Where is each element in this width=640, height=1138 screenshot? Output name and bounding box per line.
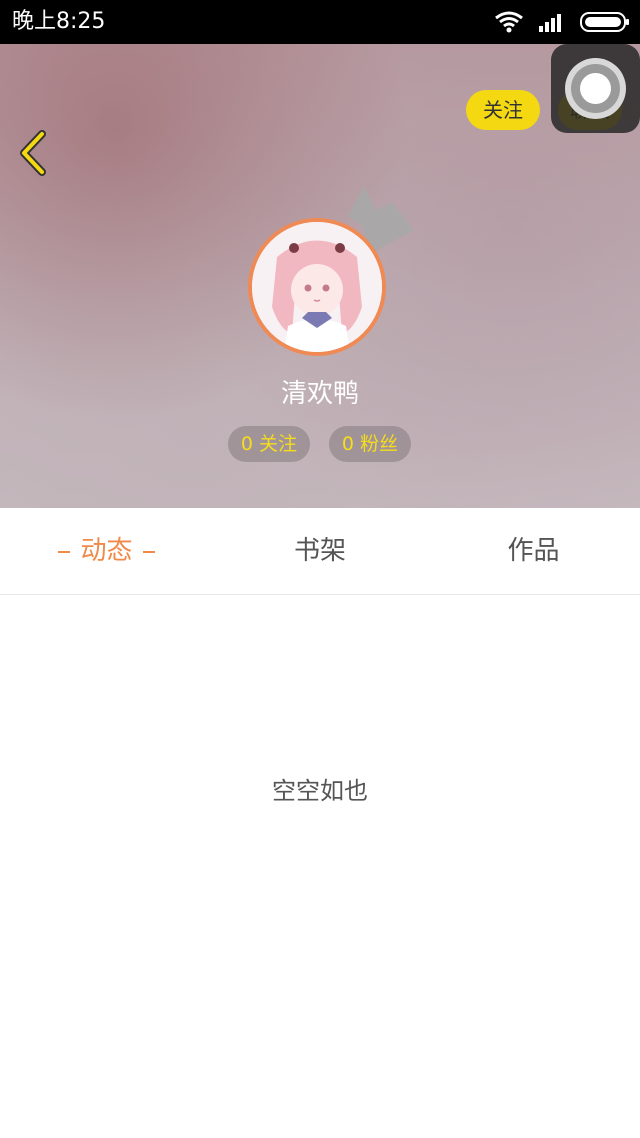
profile-tabs: 动态 书架 作品 bbox=[0, 508, 640, 595]
status-bar: 晚上8:25 bbox=[0, 0, 640, 44]
status-time: 晚上8:25 bbox=[12, 9, 106, 34]
avatar-image bbox=[252, 222, 382, 352]
follow-button[interactable]: 关注 bbox=[466, 90, 540, 130]
status-icons bbox=[494, 8, 630, 36]
profile-header: 清欢鸭 0 关注 0 粉丝 bbox=[0, 44, 640, 508]
chevron-left-icon bbox=[20, 130, 46, 176]
tab-works[interactable]: 作品 bbox=[427, 508, 640, 594]
signal-icon bbox=[539, 14, 561, 32]
following-count[interactable]: 0 关注 bbox=[228, 426, 310, 462]
floating-assist-button[interactable] bbox=[551, 44, 640, 133]
battery-icon bbox=[580, 12, 629, 32]
username: 清欢鸭 bbox=[280, 379, 359, 409]
tab-works-label: 作品 bbox=[507, 536, 560, 566]
back-button[interactable] bbox=[14, 130, 54, 176]
tab-bookshelf[interactable]: 书架 bbox=[213, 508, 427, 594]
tab-dynamic[interactable]: 动态 bbox=[0, 508, 213, 594]
tab-dynamic-label: 动态 bbox=[80, 536, 133, 566]
wifi-icon bbox=[495, 11, 523, 33]
fans-count[interactable]: 0 粉丝 bbox=[329, 426, 411, 462]
tab-active-indicator-left bbox=[58, 550, 71, 553]
empty-state-message: 空空如也 bbox=[272, 777, 368, 805]
avatar[interactable] bbox=[248, 218, 386, 356]
assist-ring-icon bbox=[565, 58, 626, 119]
profile-screen: 晚上8:25 清欢鸭 0 关注 0 粉丝 关注 动态 书架 作品 空空如也 bbox=[0, 0, 640, 1138]
tab-active-indicator-right bbox=[142, 550, 155, 553]
tab-bookshelf-label: 书架 bbox=[293, 536, 346, 566]
